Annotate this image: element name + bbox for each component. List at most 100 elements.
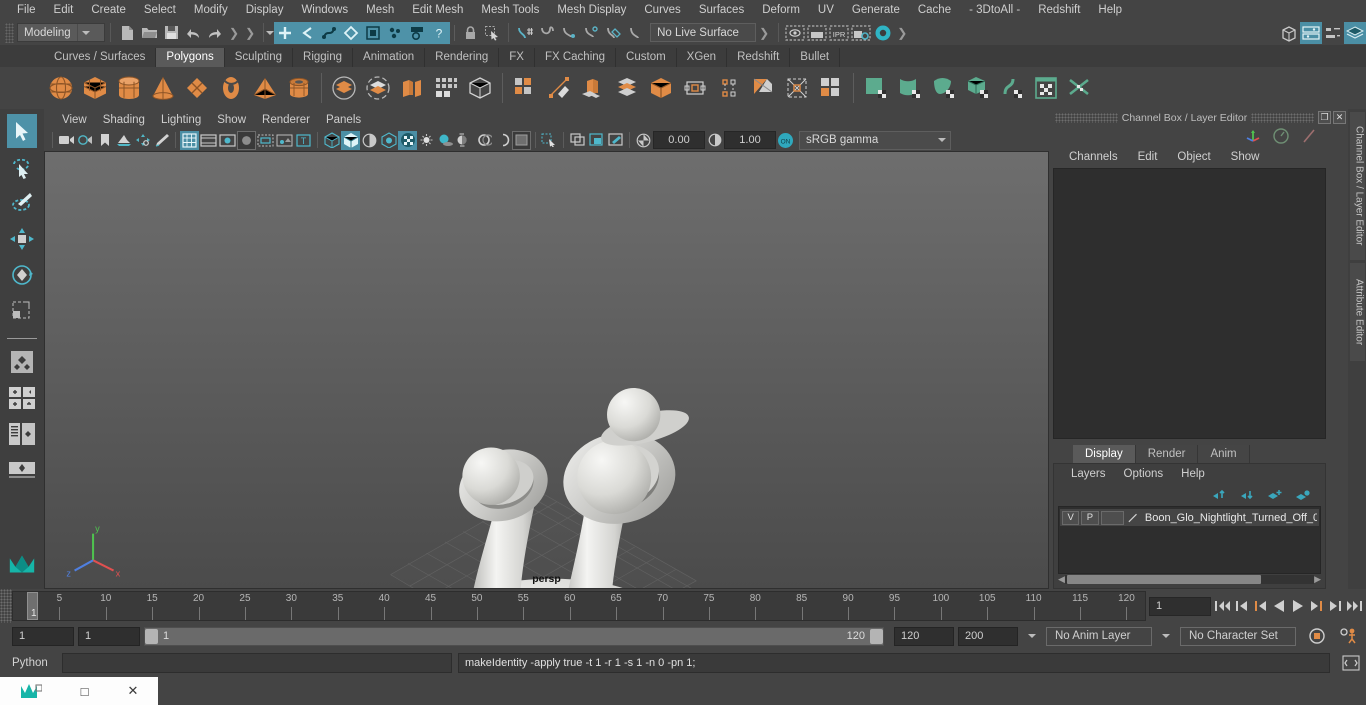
- layer-playback-toggle[interactable]: P: [1081, 510, 1099, 525]
- shelf-tab-custom[interactable]: Custom: [616, 48, 677, 67]
- poly-cylinder-icon[interactable]: [112, 71, 146, 105]
- maya-app-icon[interactable]: [20, 682, 42, 700]
- textured-icon[interactable]: [398, 130, 417, 150]
- menu-deform[interactable]: Deform: [753, 0, 809, 20]
- channel-menu-edit[interactable]: Edit: [1128, 151, 1168, 163]
- undock-icon[interactable]: ❐: [1318, 111, 1331, 124]
- field-chart-icon[interactable]: [256, 131, 275, 150]
- layer-menu-options[interactable]: Options: [1115, 468, 1173, 480]
- shelf-tab-fx-caching[interactable]: FX Caching: [534, 48, 617, 67]
- status-collapse-1-icon[interactable]: ❯: [226, 26, 242, 40]
- tab-anim[interactable]: Anim: [1198, 445, 1250, 463]
- layer-row[interactable]: V P Boon_Glo_Nightlight_Turned_Off_00: [1060, 509, 1319, 526]
- layer-list[interactable]: V P Boon_Glo_Nightlight_Turned_Off_00: [1058, 506, 1321, 574]
- use-default-material-icon[interactable]: [379, 131, 398, 150]
- view-transform-enabled-icon[interactable]: ON: [776, 131, 795, 150]
- append-polygon-icon[interactable]: [678, 71, 712, 105]
- poke-icon[interactable]: [814, 71, 848, 105]
- menu-surfaces[interactable]: Surfaces: [690, 0, 753, 20]
- create-layer-from-selected-icon[interactable]: [1295, 489, 1311, 502]
- open-scene-icon[interactable]: [138, 22, 160, 44]
- animation-end-time-field[interactable]: 200: [958, 626, 1018, 646]
- step-forward-keyframe-icon[interactable]: [1327, 598, 1342, 614]
- save-scene-icon[interactable]: [160, 22, 182, 44]
- menu-display[interactable]: Display: [237, 0, 293, 20]
- create-new-layer-icon[interactable]: [1267, 489, 1283, 502]
- wireframe-icon[interactable]: [322, 131, 341, 150]
- animation-start-time-field[interactable]: 1: [12, 626, 74, 646]
- snap-to-projected-center-icon[interactable]: [580, 22, 602, 44]
- persp-outliner-layout[interactable]: [7, 417, 37, 451]
- channel-box-icon[interactable]: [1344, 21, 1366, 44]
- screen-space-ambient-occlusion-icon[interactable]: [455, 131, 474, 150]
- uv-editor-icon[interactable]: [1029, 71, 1063, 105]
- poly-cube-icon[interactable]: [78, 71, 112, 105]
- panel-menu-panels[interactable]: Panels: [318, 114, 369, 126]
- grease-pencil-icon[interactable]: [152, 131, 171, 150]
- command-input[interactable]: [62, 653, 452, 673]
- multi-cut-icon[interactable]: [542, 71, 576, 105]
- layer-visibility-toggle[interactable]: V: [1062, 510, 1080, 525]
- auto-key-icon[interactable]: [1308, 627, 1328, 645]
- gate-mask-icon[interactable]: [237, 130, 256, 150]
- xray-active-components-icon[interactable]: [606, 131, 625, 150]
- minimize-window-icon[interactable]: □: [81, 684, 89, 699]
- render-settings-icon[interactable]: [850, 22, 872, 44]
- menu-select[interactable]: Select: [135, 0, 185, 20]
- shaded-wireframe-icon[interactable]: [360, 131, 379, 150]
- status-collapse-3-icon[interactable]: ❯: [756, 26, 772, 40]
- status-collapse-2-icon[interactable]: ❯: [242, 26, 258, 40]
- depth-of-field-icon[interactable]: [512, 130, 531, 150]
- play-forwards-icon[interactable]: [1290, 598, 1306, 614]
- scale-tool[interactable]: [7, 294, 37, 328]
- channel-box-content[interactable]: [1053, 168, 1326, 439]
- bridge-icon[interactable]: [644, 71, 678, 105]
- paint-select-tool[interactable]: [7, 186, 37, 220]
- poly-torus-icon[interactable]: [214, 71, 248, 105]
- tool-settings-icon[interactable]: [1322, 22, 1344, 44]
- four-view-layout[interactable]: [7, 381, 37, 415]
- status-line-grip[interactable]: [5, 22, 14, 43]
- two-d-pan-zoom-icon[interactable]: [133, 131, 152, 150]
- menu-help[interactable]: Help: [1089, 0, 1131, 20]
- move-layer-up-icon[interactable]: [1211, 489, 1227, 502]
- ipr-render-icon[interactable]: IPR: [828, 22, 850, 44]
- uv-cylindrical-icon[interactable]: [893, 71, 927, 105]
- layer-color-swatch[interactable]: [1100, 510, 1124, 525]
- uv-cut-sew-icon[interactable]: [1063, 71, 1097, 105]
- menu-file[interactable]: File: [8, 0, 45, 20]
- panel-menu-view[interactable]: View: [54, 114, 95, 126]
- step-back-frame-icon[interactable]: [1253, 598, 1268, 614]
- isolate-select-icon[interactable]: [540, 131, 559, 150]
- lock-icon[interactable]: [459, 22, 481, 44]
- booleans-union-icon[interactable]: [327, 71, 361, 105]
- poly-cone-icon[interactable]: [146, 71, 180, 105]
- playback-start-time-field[interactable]: 1: [78, 626, 140, 646]
- xray-icon[interactable]: [568, 131, 587, 150]
- shelf-tab-polygons[interactable]: Polygons: [156, 48, 225, 67]
- play-backwards-icon[interactable]: [1271, 598, 1287, 614]
- use-all-lights-icon[interactable]: [417, 131, 436, 150]
- menu-uv[interactable]: UV: [809, 0, 843, 20]
- range-slider[interactable]: 1 120: [144, 626, 884, 646]
- vtab-attribute-editor[interactable]: Attribute Editor: [1349, 263, 1365, 361]
- poly-plane-icon[interactable]: [180, 71, 214, 105]
- animation-preferences-icon[interactable]: [1338, 627, 1360, 645]
- select-tool[interactable]: [7, 114, 37, 148]
- slash-icon[interactable]: [1300, 127, 1318, 145]
- scroll-left-arrow-icon[interactable]: ◀: [1058, 574, 1065, 585]
- select-render-node-icon[interactable]: [406, 21, 429, 44]
- menu-curves[interactable]: Curves: [635, 0, 689, 20]
- selection-highlight-icon[interactable]: [481, 22, 503, 44]
- title-safe-icon[interactable]: T: [294, 131, 313, 150]
- undo-icon[interactable]: [182, 22, 204, 44]
- poly-sphere-icon[interactable]: [44, 71, 78, 105]
- separate-icon[interactable]: [429, 71, 463, 105]
- hypergraph-layout[interactable]: [7, 453, 37, 487]
- close-icon[interactable]: ✕: [1333, 111, 1346, 124]
- shelf-tab-bullet[interactable]: Bullet: [790, 48, 841, 67]
- redo-icon[interactable]: [204, 22, 226, 44]
- extrude-icon[interactable]: [576, 71, 610, 105]
- layer-name[interactable]: Boon_Glo_Nightlight_Turned_Off_00: [1141, 512, 1317, 524]
- time-slider-ruler[interactable]: 1 5 10 15 20 25 30 35 40 45 50 55 60 65 70 75 80 85 90 95 1…: [12, 591, 1146, 621]
